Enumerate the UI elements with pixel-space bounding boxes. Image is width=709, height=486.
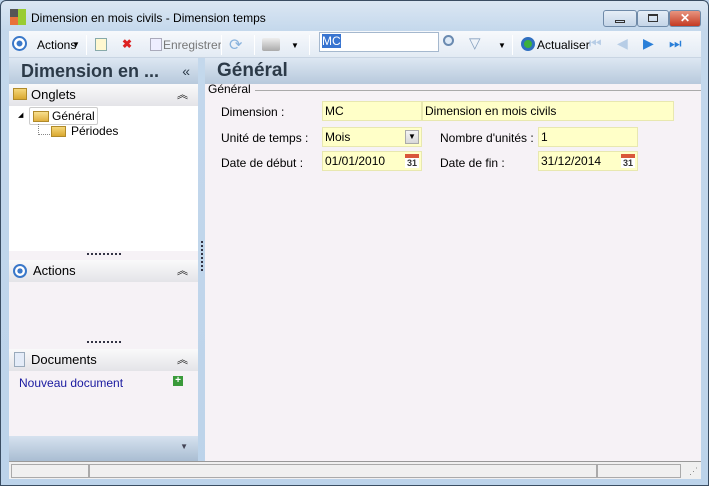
overflow-chevron-icon[interactable]: ▼ — [180, 442, 188, 451]
delete-icon[interactable]: ✖ — [122, 37, 135, 51]
onglets-label: Onglets — [31, 87, 76, 102]
save-icon — [150, 38, 162, 51]
status-pane — [597, 464, 681, 478]
filter-dropdown-icon[interactable]: ▼ — [498, 41, 506, 50]
documents-label: Documents — [31, 352, 97, 367]
first-record-icon[interactable]: ⏮ — [589, 35, 602, 52]
left-panel-title: Dimension en ... — [21, 61, 160, 81]
calendar-icon[interactable]: 31 — [621, 154, 635, 168]
calendar-icon[interactable]: 31 — [405, 154, 419, 168]
unit-count-label: Nombre d'unités : — [440, 131, 534, 145]
toolbar: Actions ▼ ✖ Enregistrer ⟳ ▼ MC ▽ ▼ Actua… — [9, 31, 701, 58]
print-dropdown-icon[interactable]: ▼ — [291, 41, 299, 50]
new-document-link[interactable]: Nouveau document — [19, 376, 123, 390]
document-icon — [14, 352, 25, 367]
search-input[interactable]: MC — [319, 32, 439, 52]
chevron-down-icon: ▼ — [72, 40, 80, 49]
page-title: Général — [217, 60, 288, 81]
actions-icon — [13, 264, 27, 278]
unit-label: Unité de temps : — [221, 131, 309, 145]
collapse-panel-button[interactable]: « — [182, 58, 190, 84]
onglets-tree: ◢ Général Périodes — [9, 106, 198, 251]
vertical-splitter[interactable] — [201, 241, 203, 271]
dimension-label: Dimension : — [221, 105, 285, 119]
collapse-chevron-icon[interactable]: ︽ — [177, 349, 188, 371]
tree-item-periodes[interactable]: Périodes — [51, 124, 118, 138]
sync-icon[interactable]: ⟳ — [229, 35, 242, 55]
resize-grip-icon[interactable]: ⋰ — [689, 466, 698, 477]
start-date-field[interactable]: 01/01/2010 31 — [322, 151, 422, 171]
application-window: Dimension en mois civils - Dimension tem… — [0, 0, 709, 486]
minimize-button[interactable]: ​ — [603, 10, 637, 27]
last-record-icon[interactable]: ⏭ — [669, 35, 682, 52]
end-date-field[interactable]: 31/12/2014 31 — [538, 151, 638, 171]
unit-value: Mois — [325, 130, 351, 144]
print-icon[interactable] — [262, 38, 280, 51]
actions-section-header[interactable]: Actions ︽ — [9, 260, 198, 282]
start-date-label: Date de début : — [221, 156, 304, 170]
tree-line — [38, 124, 50, 135]
maximize-button[interactable] — [637, 10, 669, 27]
panel-overflow-bar: ▼ — [9, 436, 198, 461]
filter-icon[interactable]: ▽ — [469, 34, 481, 52]
onglets-section-header[interactable]: Onglets ︽ — [9, 84, 198, 106]
dimension-code-field[interactable]: MC — [322, 101, 422, 121]
actions-icon — [12, 36, 27, 51]
chevron-down-icon[interactable]: ▼ — [405, 130, 419, 144]
tree-expand-icon[interactable]: ◢ — [18, 111, 23, 119]
collapse-chevron-icon[interactable]: ︽ — [177, 260, 188, 282]
splitter-handle[interactable] — [87, 341, 121, 343]
documents-section-header[interactable]: Documents ︽ — [9, 349, 198, 371]
tree-item-label: Général — [52, 109, 95, 123]
search-icon[interactable] — [443, 35, 454, 46]
save-button[interactable]: Enregistrer — [163, 38, 222, 52]
tree-item-label: Périodes — [71, 124, 119, 138]
group-title: Général — [208, 82, 251, 96]
folder-icon — [51, 126, 66, 137]
open-folder-icon — [33, 111, 49, 122]
previous-record-icon[interactable]: ◀ — [617, 35, 628, 52]
add-document-icon[interactable]: + — [173, 376, 183, 386]
left-panel-header: Dimension en ... « — [9, 58, 198, 84]
actions-menu-button[interactable]: Actions — [37, 38, 76, 52]
group-divider — [255, 90, 701, 91]
folder-icon — [13, 88, 27, 100]
dimension-name-field[interactable]: Dimension en mois civils — [422, 101, 674, 121]
status-pane — [89, 464, 597, 478]
next-record-icon[interactable]: ▶ — [643, 35, 654, 52]
window-title: Dimension en mois civils - Dimension tem… — [31, 11, 266, 25]
status-pane — [11, 464, 89, 478]
end-date-value: 31/12/2014 — [541, 154, 602, 168]
new-icon[interactable] — [95, 38, 107, 51]
end-date-label: Date de fin : — [440, 156, 505, 170]
main-header: Général — [205, 58, 701, 84]
start-date-value: 01/01/2010 — [325, 154, 386, 168]
tree-item-general[interactable]: Général — [29, 107, 98, 125]
refresh-icon — [521, 37, 535, 51]
unit-select[interactable]: Mois ▼ — [322, 127, 422, 147]
close-button[interactable]: ✕ — [669, 10, 701, 27]
splitter-handle[interactable] — [87, 253, 121, 255]
unit-count-field[interactable]: 1 — [538, 127, 638, 147]
refresh-button[interactable]: Actualiser — [537, 38, 590, 52]
actions-label: Actions — [33, 263, 76, 278]
status-bar: ⋰ — [9, 461, 701, 479]
collapse-chevron-icon[interactable]: ︽ — [177, 84, 188, 106]
app-icon — [10, 9, 26, 25]
